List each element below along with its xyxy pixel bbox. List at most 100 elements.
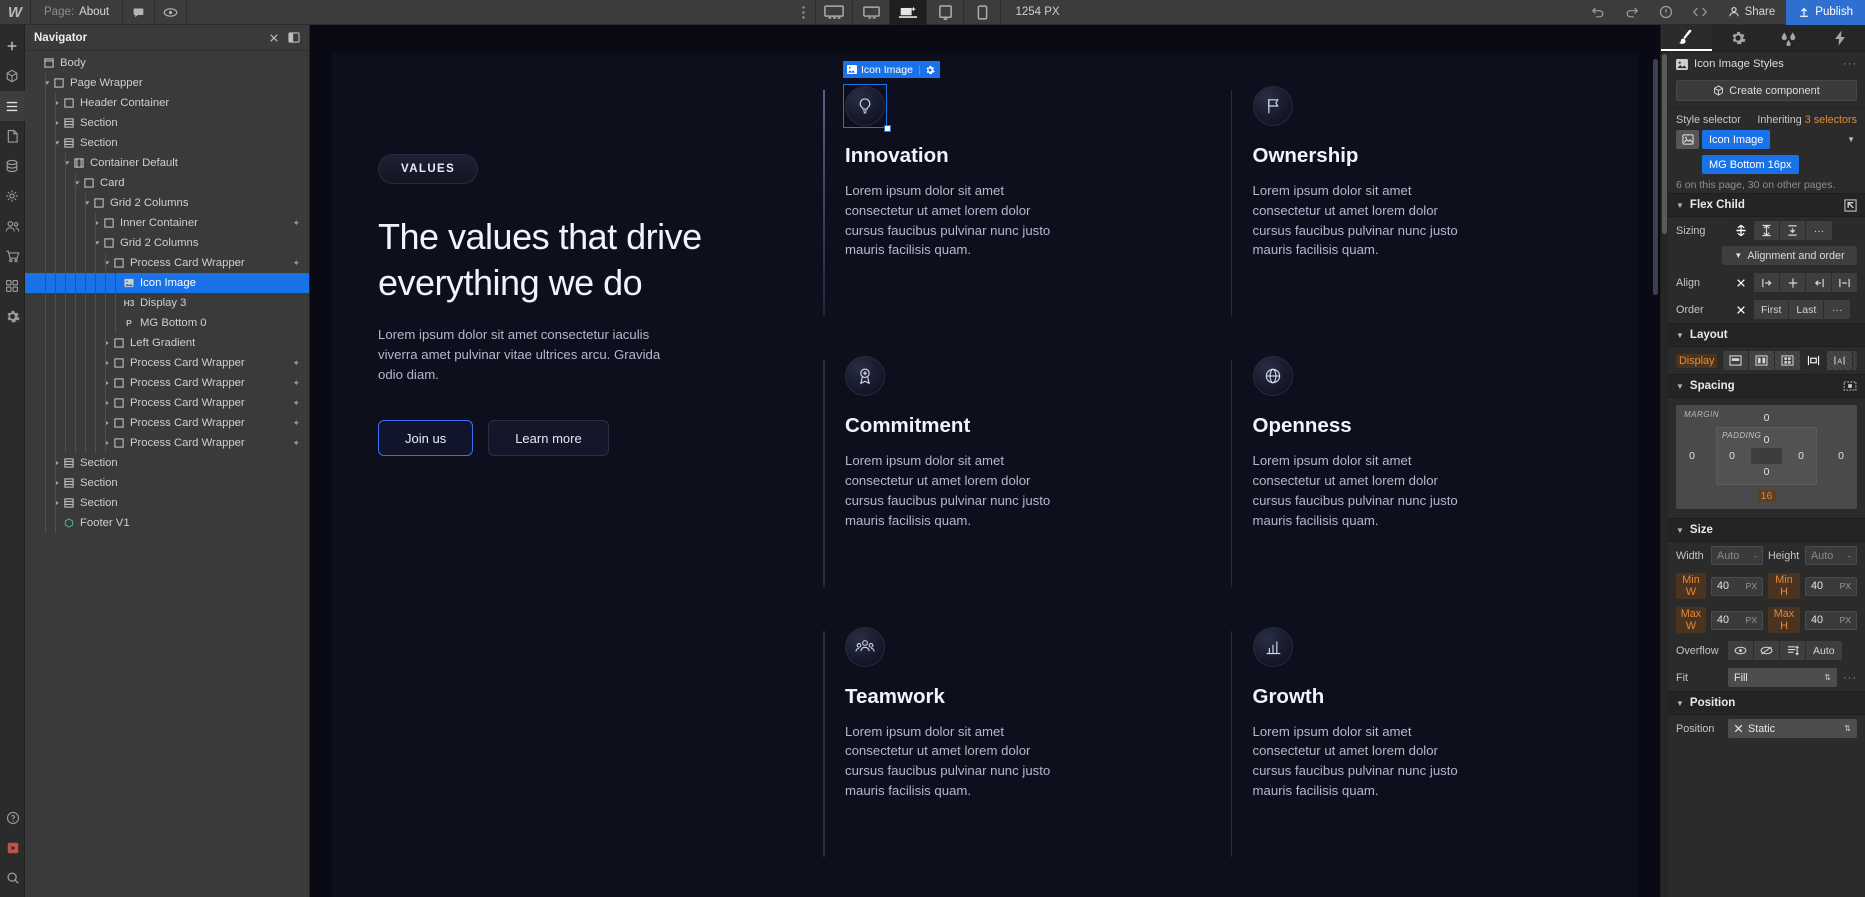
style-chip-primary[interactable]: Icon Image (1702, 130, 1771, 149)
padding-right-value[interactable]: 0 (1792, 450, 1810, 462)
navigator-row-section[interactable]: Section (25, 453, 309, 473)
search-icon[interactable] (0, 863, 25, 893)
twisty-icon[interactable] (101, 260, 112, 266)
bar-chart-icon[interactable] (1252, 626, 1293, 667)
navigator-row-grid-2-columns[interactable]: Grid 2 Columns (25, 193, 309, 213)
navigator-row-process-card-wrapper[interactable]: Process Card Wrapper ✦ (25, 393, 309, 413)
align-start[interactable] (1754, 273, 1780, 292)
close-icon[interactable] (269, 33, 279, 43)
overflow-scroll[interactable] (1780, 641, 1806, 660)
twisty-icon[interactable] (101, 440, 112, 446)
spacing-link-icon[interactable] (1843, 381, 1857, 391)
order-first[interactable]: First (1754, 300, 1790, 319)
navigator-row-card[interactable]: Card (25, 173, 309, 193)
navigator-row-body[interactable]: Body (25, 53, 309, 73)
element-type-icon[interactable] (1676, 130, 1699, 149)
navigator-row-grid-2-columns[interactable]: Grid 2 Columns (25, 233, 309, 253)
ecommerce-panel-icon[interactable] (0, 241, 25, 271)
help-icon[interactable] (0, 803, 25, 833)
padding-left-value[interactable]: 0 (1723, 450, 1741, 462)
medal-icon[interactable] (845, 356, 885, 397)
value-card-growth[interactable]: Growth Lorem ipsum dolor sit amet consect… (1230, 626, 1639, 897)
viewport-width-value[interactable]: 1254 PX (1001, 0, 1073, 25)
navigator-row-section[interactable]: Section (25, 133, 309, 153)
twisty-icon[interactable] (51, 500, 62, 506)
sizing-grow-if-possible[interactable] (1754, 221, 1780, 240)
chevron-down-icon[interactable]: ▼ (1847, 135, 1857, 144)
cms-panel-icon[interactable] (0, 151, 25, 181)
apps-panel-icon[interactable] (0, 271, 25, 301)
twisty-icon[interactable] (51, 460, 62, 466)
tab-effects[interactable] (1814, 25, 1865, 51)
display-none[interactable] (1853, 351, 1857, 370)
add-panel-icon[interactable] (0, 31, 25, 61)
spacing-widget[interactable]: MARGIN 0 0 PADDING 0 0 0 0 0 16 (1676, 405, 1857, 509)
sizing-shrink-if-needed[interactable] (1728, 221, 1754, 240)
viewport-laptop-new[interactable] (890, 0, 928, 25)
display-grid[interactable] (1775, 351, 1802, 370)
navigator-row-process-card-wrapper[interactable]: Process Card Wrapper ✦ (25, 353, 309, 373)
navigator-row-footer-v1[interactable]: Footer V1 (25, 513, 309, 533)
padding-top-value[interactable]: 0 (1764, 434, 1770, 446)
display-inline[interactable]: A (1827, 351, 1854, 370)
navigator-panel-icon[interactable] (0, 91, 25, 121)
sizing-options[interactable]: ··· (1728, 221, 1832, 240)
display-options[interactable]: A (1723, 351, 1857, 370)
height-field[interactable]: Auto - (1805, 546, 1857, 565)
tab-interactions[interactable] (1763, 25, 1814, 51)
twisty-icon[interactable] (91, 220, 102, 226)
overflow-visible[interactable] (1728, 641, 1754, 660)
viewport-tablet[interactable] (927, 0, 965, 25)
alignment-and-order-toggle[interactable]: ▼ Alignment and order (1722, 246, 1857, 265)
navigator-row-process-card-wrapper[interactable]: Process Card Wrapper ✦ (25, 253, 309, 273)
max-width-field[interactable]: 40 PX (1711, 610, 1763, 630)
twisty-icon[interactable] (51, 120, 62, 126)
selection-label-badge[interactable]: Icon Image (843, 61, 940, 78)
assets-panel-icon[interactable] (0, 181, 25, 211)
fit-select[interactable]: Fill ⇅ (1728, 668, 1837, 687)
display-flex[interactable] (1749, 351, 1776, 370)
overflow-auto[interactable]: Auto (1806, 641, 1842, 660)
navigator-tree[interactable]: Body Page Wrapper Header Container Section S… (25, 51, 309, 897)
order-options[interactable]: First Last ··· (1728, 300, 1851, 319)
twisty-icon[interactable] (101, 420, 112, 426)
tab-style[interactable] (1661, 25, 1712, 51)
twisty-icon[interactable] (51, 140, 62, 146)
tab-settings[interactable] (1712, 25, 1763, 51)
value-card-innovation[interactable]: Icon Image Innovation Lorem ipsum dolor si… (823, 61, 1231, 356)
twisty-icon[interactable] (101, 360, 112, 366)
navigator-row-icon-image[interactable]: Icon Image (25, 273, 309, 293)
viewport-mobile[interactable] (964, 0, 1002, 25)
position-select[interactable]: Static ⇅ (1728, 719, 1857, 738)
twisty-icon[interactable] (61, 160, 72, 166)
overflow-options[interactable]: Auto (1728, 641, 1842, 660)
value-card-commitment[interactable]: Commitment Lorem ipsum dolor sit amet con… (823, 356, 1231, 626)
section-position-header[interactable]: ▼ Position (1668, 691, 1865, 715)
max-height-field[interactable]: 40 PX (1805, 610, 1857, 630)
learn-more-button[interactable]: Learn more (488, 420, 609, 457)
padding-bottom-value[interactable]: 0 (1764, 466, 1770, 478)
navigator-row-section[interactable]: Section (25, 113, 309, 133)
navigator-row-inner-container[interactable]: Inner Container ✦ (25, 213, 309, 233)
canvas-scrollbar[interactable] (1653, 59, 1658, 295)
viewport-desktop-large[interactable] (816, 0, 854, 25)
more-icon[interactable]: ··· (1843, 58, 1857, 70)
twisty-icon[interactable] (41, 80, 52, 86)
twisty-icon[interactable] (71, 180, 82, 186)
width-field[interactable]: Auto - (1711, 546, 1763, 565)
twisty-icon[interactable] (101, 400, 112, 406)
section-spacing-header[interactable]: ▼ Spacing (1668, 374, 1865, 398)
margin-bottom-value[interactable]: 16 (1756, 490, 1777, 502)
people-icon[interactable] (845, 626, 885, 667)
lightbulb-icon[interactable] (845, 86, 885, 126)
align-center[interactable] (1780, 273, 1806, 292)
margin-right-value[interactable]: 0 (1832, 450, 1850, 462)
flex-child-indicator-icon[interactable] (1844, 198, 1857, 212)
section-size-header[interactable]: ▼ Size (1668, 518, 1865, 542)
sizing-more[interactable]: ··· (1806, 221, 1832, 240)
inheriting-info[interactable]: Inheriting 3 selectors (1757, 114, 1857, 126)
sizing-dont-shrink[interactable] (1780, 221, 1806, 240)
navigator-row-section[interactable]: Section (25, 493, 309, 513)
twisty-icon[interactable] (91, 240, 102, 246)
value-card-openness[interactable]: Openness Lorem ipsum dolor sit amet conse… (1230, 356, 1639, 626)
